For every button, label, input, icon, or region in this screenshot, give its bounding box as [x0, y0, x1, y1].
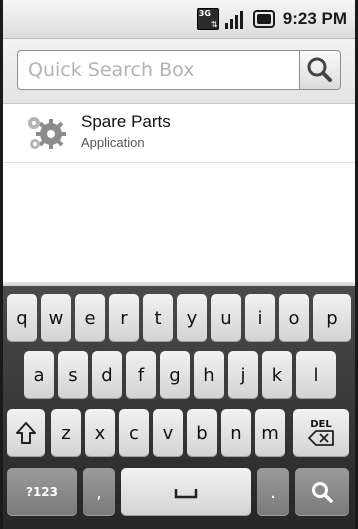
shift-icon: [16, 422, 36, 444]
key-x[interactable]: x: [85, 409, 115, 457]
key-f[interactable]: f: [126, 351, 156, 399]
backspace-icon: [308, 430, 334, 446]
key-w[interactable]: w: [41, 294, 71, 342]
delete-key[interactable]: DEL: [293, 409, 349, 457]
space-key[interactable]: [121, 468, 251, 516]
key-j[interactable]: j: [228, 351, 258, 399]
key-r[interactable]: r: [109, 294, 139, 342]
key-s[interactable]: s: [58, 351, 88, 399]
key-i[interactable]: i: [245, 294, 275, 342]
result-subtitle: Application: [81, 135, 145, 150]
key-a[interactable]: a: [24, 351, 54, 399]
soft-keyboard: q w e r t y u i o p a s d f g h j k l z …: [3, 286, 355, 529]
key-z[interactable]: z: [51, 409, 81, 457]
key-t[interactable]: t: [143, 294, 173, 342]
result-title: Spare Parts: [81, 112, 171, 131]
symbols-key[interactable]: ?123: [7, 468, 77, 516]
3g-data-icon: 3G ⇅: [196, 8, 219, 30]
comma-key[interactable]: ,: [83, 468, 115, 516]
battery-icon: [252, 10, 275, 28]
key-l[interactable]: l: [296, 351, 336, 399]
key-h[interactable]: h: [194, 351, 224, 399]
search-icon: [312, 482, 333, 503]
key-d[interactable]: d: [92, 351, 122, 399]
search-results: Spare Parts Application: [3, 104, 355, 282]
search-bar: [3, 39, 355, 104]
key-q[interactable]: q: [7, 294, 37, 342]
status-bar: 3G ⇅ 9:23 PM: [3, 0, 355, 39]
key-g[interactable]: g: [160, 351, 190, 399]
status-time: 9:23 PM: [282, 9, 347, 28]
key-p[interactable]: p: [313, 294, 351, 342]
search-icon: [307, 57, 332, 82]
key-b[interactable]: b: [187, 409, 217, 457]
shift-key[interactable]: [7, 409, 45, 457]
delete-label: DEL: [310, 419, 332, 430]
key-k[interactable]: k: [262, 351, 292, 399]
key-c[interactable]: c: [119, 409, 149, 457]
key-v[interactable]: v: [153, 409, 183, 457]
key-y[interactable]: y: [177, 294, 207, 342]
key-n[interactable]: n: [221, 409, 251, 457]
search-button[interactable]: [299, 50, 341, 90]
phone-screen: 3G ⇅ 9:23 PM Quick Search Box Spare Part…: [0, 0, 358, 529]
key-e[interactable]: e: [75, 294, 105, 342]
search-input[interactable]: [17, 50, 299, 90]
period-key[interactable]: .: [257, 468, 289, 516]
key-o[interactable]: o: [279, 294, 309, 342]
key-u[interactable]: u: [211, 294, 241, 342]
search-key[interactable]: [295, 468, 349, 516]
signal-strength-icon: [224, 9, 247, 29]
space-icon: [174, 489, 198, 499]
result-item-spare-parts[interactable]: Spare Parts Application: [3, 104, 355, 163]
gears-icon: [28, 117, 66, 149]
key-m[interactable]: m: [255, 409, 285, 457]
